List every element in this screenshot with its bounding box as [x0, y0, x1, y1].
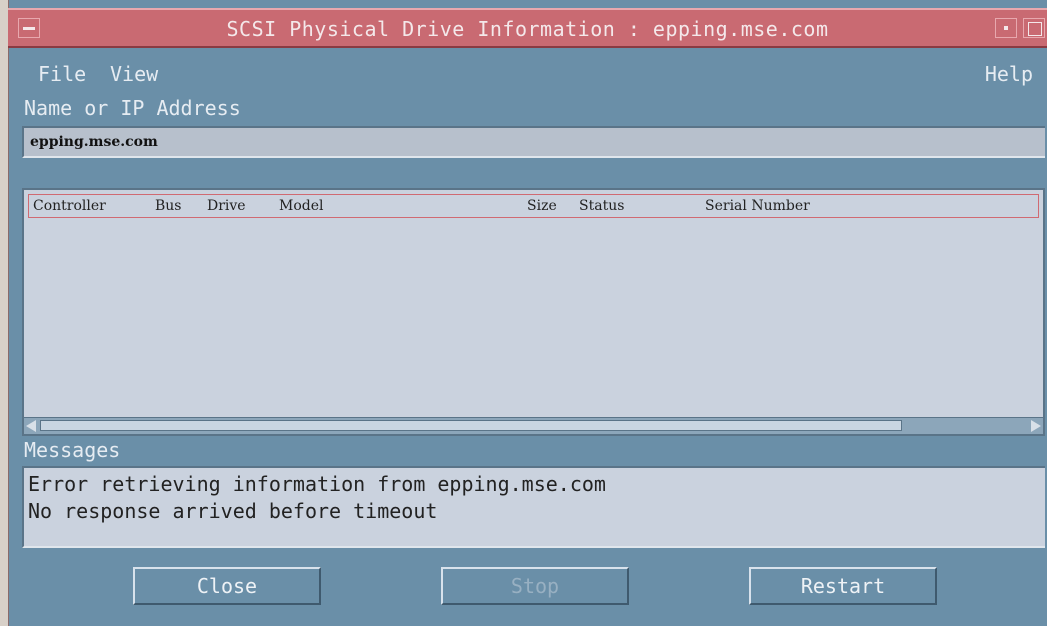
messages-label: Messages — [24, 438, 121, 462]
menu-view[interactable]: View — [110, 62, 158, 86]
column-serial-number[interactable]: Serial Number — [705, 198, 810, 214]
menu-bar: File View Help — [18, 52, 1047, 94]
app-window: SCSI Physical Drive Information : epping… — [0, 0, 1047, 626]
maximize-icon[interactable] — [1023, 18, 1045, 38]
column-model[interactable]: Model — [279, 198, 324, 214]
window-title: SCSI Physical Drive Information : epping… — [226, 17, 829, 41]
menu-file[interactable]: File — [38, 62, 86, 86]
column-drive[interactable]: Drive — [207, 198, 246, 214]
restart-button[interactable]: Restart — [749, 567, 937, 605]
address-input[interactable]: epping.mse.com — [22, 126, 1045, 158]
drive-list[interactable]: Controller Bus Drive Model Size Status S… — [22, 188, 1045, 436]
message-line: Error retrieving information from epping… — [28, 472, 606, 496]
drive-list-header: Controller Bus Drive Model Size Status S… — [28, 194, 1039, 218]
column-bus[interactable]: Bus — [155, 198, 182, 214]
window-frame-left[interactable] — [0, 0, 9, 626]
messages-box[interactable]: Error retrieving information from epping… — [22, 466, 1045, 548]
stop-button[interactable]: Stop — [441, 567, 629, 605]
close-button[interactable]: Close — [133, 567, 321, 605]
title-bar[interactable]: SCSI Physical Drive Information : epping… — [8, 8, 1047, 48]
menu-help[interactable]: Help — [985, 62, 1033, 86]
scroll-right-icon[interactable] — [1031, 420, 1041, 432]
address-label: Name or IP Address — [24, 96, 241, 120]
minimize-icon[interactable] — [995, 18, 1017, 38]
message-line: No response arrived before timeout — [28, 499, 438, 523]
scrollbar-thumb[interactable] — [40, 420, 902, 431]
column-controller[interactable]: Controller — [33, 198, 106, 214]
scroll-left-icon[interactable] — [26, 420, 36, 432]
column-status[interactable]: Status — [579, 198, 624, 214]
column-size[interactable]: Size — [527, 198, 557, 214]
horizontal-scrollbar[interactable] — [24, 417, 1043, 434]
